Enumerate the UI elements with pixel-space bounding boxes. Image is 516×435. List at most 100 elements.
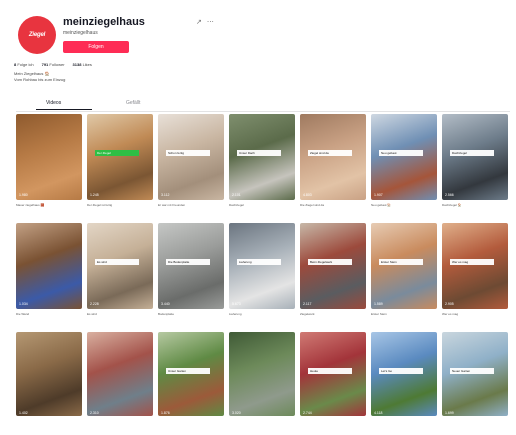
video-description: Es wird bbox=[87, 312, 97, 316]
avatar[interactable]: Ziegel bbox=[18, 16, 56, 54]
video-overlay-caption: Heute bbox=[308, 368, 352, 374]
video-card[interactable]: 1.980 Mauer ziegelhaus 🧱 bbox=[16, 114, 82, 217]
video-thumbnail[interactable]: 1.402 bbox=[16, 332, 82, 416]
active-tab-indicator bbox=[36, 109, 92, 110]
video-thumbnail[interactable]: Beim Ziegelwerk 2.117 bbox=[300, 223, 366, 309]
video-card[interactable]: Ziegel sind da 4.803 Die Ziegel sind da bbox=[300, 114, 366, 217]
video-description: Wer es mag bbox=[442, 312, 459, 316]
video-overlay-caption: Es wird bbox=[95, 259, 139, 265]
video-thumbnail[interactable]: Unser Dach 2.101 bbox=[229, 114, 295, 200]
follow-button[interactable]: Folgen bbox=[63, 41, 129, 53]
video-view-count: 3.440 bbox=[161, 302, 170, 306]
video-card[interactable]: Die Bodenplatte 3.440 Bodenplatte bbox=[158, 223, 224, 326]
video-card[interactable]: Unser Dach 2.101 Dachziegel bbox=[229, 114, 295, 217]
video-thumbnail[interactable]: Wer es mag 2.905 bbox=[442, 223, 508, 309]
video-card[interactable]: Let's Go 4.118 bbox=[371, 332, 437, 435]
video-view-count: 2.117 bbox=[303, 302, 312, 306]
video-overlay-caption: Beim Ziegelwerk bbox=[308, 259, 352, 265]
video-thumbnail[interactable]: Schon fertig 3.112 bbox=[158, 114, 224, 200]
video-view-count: 2.566 bbox=[445, 193, 454, 197]
profile-tabs: Videos Gefällt bbox=[16, 98, 510, 112]
video-description: Bodenplatte bbox=[158, 312, 175, 316]
video-overlay-caption: Die Bodenplatte bbox=[166, 259, 210, 265]
stat-followers-value: 791 bbox=[41, 62, 49, 67]
video-description: Er war mit Freunden bbox=[158, 203, 186, 207]
video-view-count: 1.876 bbox=[161, 411, 170, 415]
video-overlay-caption: Erster Stein bbox=[379, 259, 423, 265]
video-description: Der Ziegel ist fertig bbox=[87, 203, 113, 207]
stat-following-value: 8 bbox=[14, 62, 17, 67]
video-card[interactable]: Neuer Garten 1.699 bbox=[442, 332, 508, 435]
stat-followers[interactable]: 791 Follower bbox=[42, 62, 65, 67]
video-thumbnail[interactable]: Heute 2.744 bbox=[300, 332, 366, 416]
video-card[interactable]: Unser Garten 1.876 bbox=[158, 332, 224, 435]
video-thumbnail[interactable]: Neu gebaut 1.907 bbox=[371, 114, 437, 200]
video-overlay-caption: Dachziegel bbox=[450, 150, 494, 156]
video-overlay-caption: Let's Go bbox=[379, 368, 423, 374]
video-view-count: 2.744 bbox=[303, 411, 312, 415]
video-card[interactable]: 3.020 bbox=[229, 332, 295, 435]
stat-following-label: Folge ich bbox=[17, 62, 34, 67]
video-overlay-caption: Der Ziegel bbox=[95, 150, 139, 156]
more-options-icon[interactable]: ⋯ bbox=[207, 18, 214, 26]
share-icon[interactable]: ↗ bbox=[196, 18, 202, 26]
video-card[interactable]: 1.402 bbox=[16, 332, 82, 435]
video-thumbnail[interactable]: 2.310 bbox=[87, 332, 153, 416]
video-thumbnail[interactable]: Erster Stein 1.589 bbox=[371, 223, 437, 309]
video-thumbnail[interactable]: Lieferung 5.673 bbox=[229, 223, 295, 309]
video-view-count: 1.034 bbox=[19, 302, 28, 306]
video-description: Erster Stein bbox=[371, 312, 387, 316]
profile-bio: Mein Ziegelhaus 🏠 Vom Rohbau bis zum Ein… bbox=[14, 71, 65, 83]
video-description: Neu gebaut 🏠 bbox=[371, 203, 392, 207]
video-view-count: 1.589 bbox=[374, 302, 383, 306]
video-card[interactable]: Neu gebaut 1.907 Neu gebaut 🏠 bbox=[371, 114, 437, 217]
video-thumbnail[interactable]: Let's Go 4.118 bbox=[371, 332, 437, 416]
tab-videos[interactable]: Videos bbox=[46, 100, 61, 106]
video-thumbnail[interactable]: Ziegel sind da 4.803 bbox=[300, 114, 366, 200]
video-card[interactable]: Es wird 2.228 Es wird bbox=[87, 223, 153, 326]
video-view-count: 2.905 bbox=[445, 302, 454, 306]
video-description: Dachziegel 🏠 bbox=[442, 203, 462, 207]
video-card[interactable]: Dachziegel 2.566 Dachziegel 🏠 bbox=[442, 114, 508, 217]
video-thumbnail[interactable]: Unser Garten 1.876 bbox=[158, 332, 224, 416]
video-view-count: 3.020 bbox=[232, 411, 241, 415]
video-view-count: 5.673 bbox=[232, 302, 241, 306]
video-card[interactable]: Heute 2.744 bbox=[300, 332, 366, 435]
avatar-brand-text: Ziegel bbox=[28, 32, 46, 38]
profile-header: Ziegel meinziegelhaus meinziegelhaus Fol… bbox=[16, 14, 276, 104]
video-description: Lieferung bbox=[229, 312, 242, 316]
video-overlay-caption: Schon fertig bbox=[166, 150, 210, 156]
video-card[interactable]: 2.310 bbox=[87, 332, 153, 435]
video-card[interactable]: Schon fertig 3.112 Er war mit Freunden bbox=[158, 114, 224, 217]
video-card[interactable]: Wer es mag 2.905 Wer es mag bbox=[442, 223, 508, 326]
video-overlay-caption: Unser Dach bbox=[237, 150, 281, 156]
video-thumbnail[interactable]: Die Bodenplatte 3.440 bbox=[158, 223, 224, 309]
stat-likes-label: Likes bbox=[82, 62, 92, 67]
video-thumbnail[interactable]: Es wird 2.228 bbox=[87, 223, 153, 309]
video-view-count: 4.803 bbox=[303, 193, 312, 197]
stat-followers-label: Follower bbox=[49, 62, 65, 67]
stat-following[interactable]: 8 Folge ich bbox=[14, 62, 34, 67]
video-thumbnail[interactable]: Dachziegel 2.566 bbox=[442, 114, 508, 200]
profile-handle: meinziegelhaus bbox=[63, 16, 145, 28]
video-thumbnail[interactable]: 1.034 bbox=[16, 223, 82, 309]
video-grid: 1.980 Mauer ziegelhaus 🧱 Der Ziegel 1.245 De… bbox=[16, 114, 510, 435]
tab-liked[interactable]: Gefällt bbox=[126, 100, 140, 106]
video-card[interactable]: Lieferung 5.673 Lieferung bbox=[229, 223, 295, 326]
video-description: Ziegelwerk bbox=[300, 312, 315, 316]
video-card[interactable]: Beim Ziegelwerk 2.117 Ziegelwerk bbox=[300, 223, 366, 326]
video-card[interactable]: Erster Stein 1.589 Erster Stein bbox=[371, 223, 437, 326]
video-description: Die Ziegel sind da bbox=[300, 203, 325, 207]
video-view-count: 1.245 bbox=[90, 193, 99, 197]
video-card[interactable]: Der Ziegel 1.245 Der Ziegel ist fertig bbox=[87, 114, 153, 217]
video-thumbnail[interactable]: Der Ziegel 1.245 bbox=[87, 114, 153, 200]
video-description: Die Wand bbox=[16, 312, 30, 316]
video-view-count: 1.980 bbox=[19, 193, 28, 197]
video-view-count: 3.112 bbox=[161, 193, 170, 197]
video-view-count: 2.228 bbox=[90, 302, 99, 306]
profile-stats: 8 Folge ich 791 Follower 3138 Likes bbox=[14, 62, 92, 67]
video-thumbnail[interactable]: 3.020 bbox=[229, 332, 295, 416]
video-thumbnail[interactable]: 1.980 bbox=[16, 114, 82, 200]
video-thumbnail[interactable]: Neuer Garten 1.699 bbox=[442, 332, 508, 416]
video-card[interactable]: 1.034 Die Wand bbox=[16, 223, 82, 326]
